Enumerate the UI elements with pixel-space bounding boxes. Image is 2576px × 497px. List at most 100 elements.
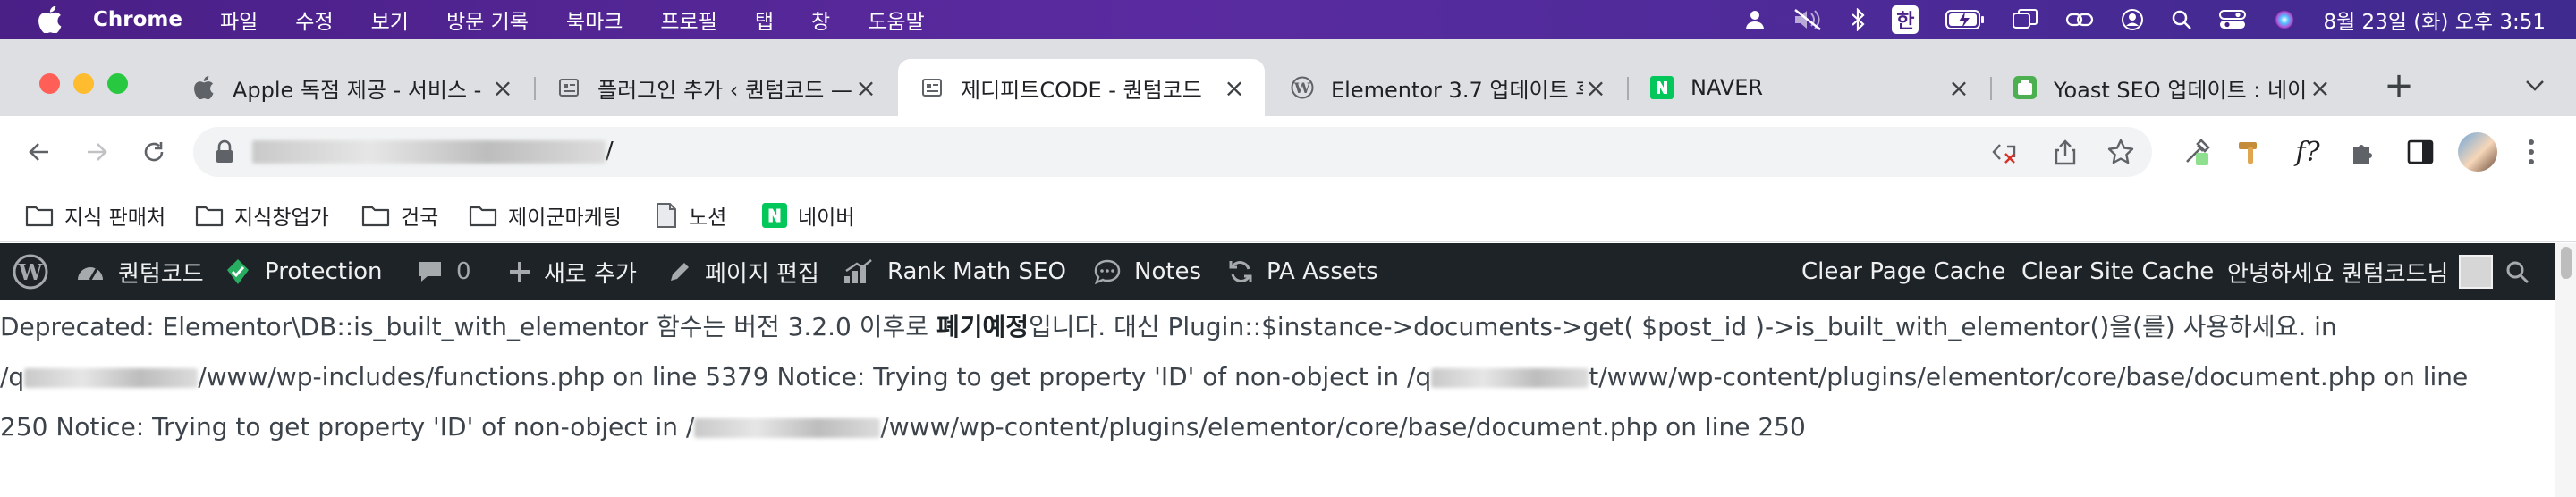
wp-site-name-menu[interactable]: 퀀텀코드	[75, 243, 204, 300]
wp-logo-menu[interactable]: W	[13, 243, 61, 300]
redacted-path	[24, 368, 199, 388]
new-content-menu[interactable]: 새로 추가	[508, 243, 637, 300]
edit-page-menu[interactable]: 페이지 편집	[667, 243, 819, 300]
notion-icon	[655, 202, 678, 229]
user-icon[interactable]	[1745, 9, 1765, 30]
cast-blocked-icon[interactable]	[1991, 139, 2018, 168]
spotlight-search-icon[interactable]	[2171, 9, 2192, 30]
account-circle-icon[interactable]	[2121, 8, 2144, 31]
tab-apple[interactable]: Apple 독점 제공 - 서비스 - ×	[170, 59, 533, 116]
clear-page-cache-button[interactable]: Clear Page Cache	[1801, 243, 2005, 300]
shield-check-icon	[224, 257, 252, 286]
bookmark-notion[interactable]: 노션	[655, 200, 726, 231]
menu-history[interactable]: 방문 기록	[446, 4, 529, 35]
apple-menu-icon[interactable]	[32, 6, 68, 33]
menu-edit[interactable]: 수정	[295, 4, 333, 35]
bookmark-label: 지식창업가	[234, 206, 329, 230]
tab-title: Apple 독점 제공 - 서비스 -	[233, 77, 482, 103]
bookmark-star-icon[interactable]	[2107, 139, 2134, 169]
folder-icon	[469, 204, 497, 227]
menu-help[interactable]: 도움말	[868, 4, 924, 35]
menu-bookmarks[interactable]: 북마크	[566, 4, 623, 35]
protection-menu[interactable]: Protection	[224, 243, 383, 300]
extensions-puzzle-icon[interactable]	[2345, 134, 2381, 170]
bluetooth-icon[interactable]	[1851, 8, 1865, 31]
input-source-indicator[interactable]: 한	[1892, 5, 1919, 34]
bookmark-folder-konkuk[interactable]: 건국	[361, 200, 438, 231]
clear-site-cache-label: Clear Site Cache	[2021, 258, 2215, 285]
bookmark-label: 네이버	[798, 206, 855, 230]
menu-tab[interactable]: 탭	[755, 4, 774, 35]
tab-plugin-add[interactable]: 플러그인 추가 ‹ 퀀텀코드 — W ×	[535, 59, 896, 116]
new-content-label: 새로 추가	[544, 260, 637, 288]
side-panel-icon[interactable]	[2402, 134, 2438, 170]
notice-bold-text: 폐기예정	[936, 312, 1029, 341]
menu-profile[interactable]: 프로필	[660, 4, 716, 35]
notice-text: 250 Notice: Trying to get property 'ID' …	[0, 412, 695, 442]
tab-naver[interactable]: NAVER ×	[1628, 59, 1989, 116]
tab-yoast[interactable]: Yoast SEO 업데이트 : 네이버 ×	[1991, 59, 2351, 116]
window-minimize-button[interactable]	[73, 73, 94, 94]
url-text: /	[252, 138, 614, 164]
bookmark-folder-sales[interactable]: 지식 판매처	[25, 200, 165, 231]
comments-menu[interactable]: 0	[417, 243, 471, 300]
menu-file[interactable]: 파일	[220, 4, 258, 35]
menubar-clock[interactable]: 8월 23일 (화) 오후 3:51	[2323, 4, 2546, 35]
edit-page-label: 페이지 편집	[705, 260, 819, 288]
vertical-scrollbar[interactable]	[2555, 243, 2576, 497]
lock-icon[interactable]	[215, 139, 234, 168]
chrome-menu-icon[interactable]	[2513, 134, 2549, 170]
tab-close-icon[interactable]: ×	[853, 73, 878, 103]
deprecated-notice-line-1: Deprecated: Elementor\DB::is_built_with_…	[0, 302, 2337, 352]
new-tab-button[interactable]: +	[2379, 65, 2419, 106]
input-source-label: 한	[1892, 5, 1919, 34]
hammer-extension-icon[interactable]	[2233, 134, 2268, 170]
eyedropper-extension-icon[interactable]	[2179, 134, 2215, 170]
tab-close-icon[interactable]: ×	[1222, 73, 1247, 103]
back-button[interactable]	[21, 134, 57, 170]
tab-close-icon[interactable]: ×	[490, 73, 515, 103]
tab-close-icon[interactable]: ×	[2308, 73, 2333, 103]
scrollbar-thumb[interactable]	[2561, 247, 2572, 279]
chat-bubble-icon	[1093, 258, 1122, 285]
bookmark-folder-startup[interactable]: 지식창업가	[195, 200, 329, 231]
tab-search-chevron-icon[interactable]	[2519, 70, 2551, 102]
bookmark-folder-marketing[interactable]: 제이군마케팅	[469, 200, 622, 231]
page-icon	[556, 75, 581, 100]
reload-button[interactable]	[136, 134, 172, 170]
window-zoom-button[interactable]	[107, 73, 128, 94]
greeting-text: 안녕하세요 퀀텀코드님	[2227, 260, 2449, 288]
control-center-icon[interactable]	[2219, 9, 2247, 30]
bookmark-naver[interactable]: 네이버	[762, 200, 854, 231]
tab-elementor[interactable]: W Elementor 3.7 업데이트 후 ×	[1268, 59, 1626, 116]
profile-avatar[interactable]	[2458, 132, 2497, 172]
macos-menubar: Chrome 파일 수정 보기 방문 기록 북마크 프로필 탭 창 도움말 한	[0, 0, 2576, 39]
my-account-menu[interactable]: 안녕하세요 퀀텀코드님	[2227, 243, 2494, 300]
address-bar[interactable]: /	[193, 127, 2152, 177]
naver-icon	[1649, 75, 1674, 100]
notice-text: t/www/wp-content/plugins/elementor/core/…	[1589, 362, 2469, 392]
battery-charging-icon[interactable]	[1945, 9, 1985, 30]
screen-mirroring-icon[interactable]	[2012, 8, 2038, 31]
siri-icon[interactable]	[2273, 8, 2296, 31]
wordpress-icon: W	[1290, 75, 1315, 100]
share-icon[interactable]	[2054, 139, 2077, 169]
pa-assets-menu[interactable]: PA Assets	[1227, 243, 1378, 300]
clear-site-cache-button[interactable]: Clear Site Cache	[2021, 243, 2214, 300]
mute-icon[interactable]	[1792, 8, 1824, 31]
window-close-button[interactable]	[39, 73, 60, 94]
menubar-app-name[interactable]: Chrome	[93, 8, 182, 31]
rank-math-menu[interactable]: Rank Math SEO	[843, 243, 1066, 300]
tab-active-jedipeet[interactable]: 제디피트CODE - 퀀텀코드 ×	[898, 59, 1265, 116]
bookmark-label: 지식 판매처	[64, 206, 166, 230]
tab-close-icon[interactable]: ×	[1946, 73, 1971, 103]
site-name: 퀀텀코드	[118, 260, 204, 288]
forward-button[interactable]	[79, 134, 114, 170]
tab-close-icon[interactable]: ×	[1583, 73, 1608, 103]
notes-menu[interactable]: Notes	[1093, 243, 1201, 300]
admin-search-icon[interactable]	[2504, 243, 2529, 300]
link-icon[interactable]	[2065, 9, 2094, 30]
menu-view[interactable]: 보기	[371, 4, 409, 35]
function-extension-icon[interactable]: f?	[2290, 134, 2326, 170]
menu-window[interactable]: 창	[811, 4, 830, 35]
